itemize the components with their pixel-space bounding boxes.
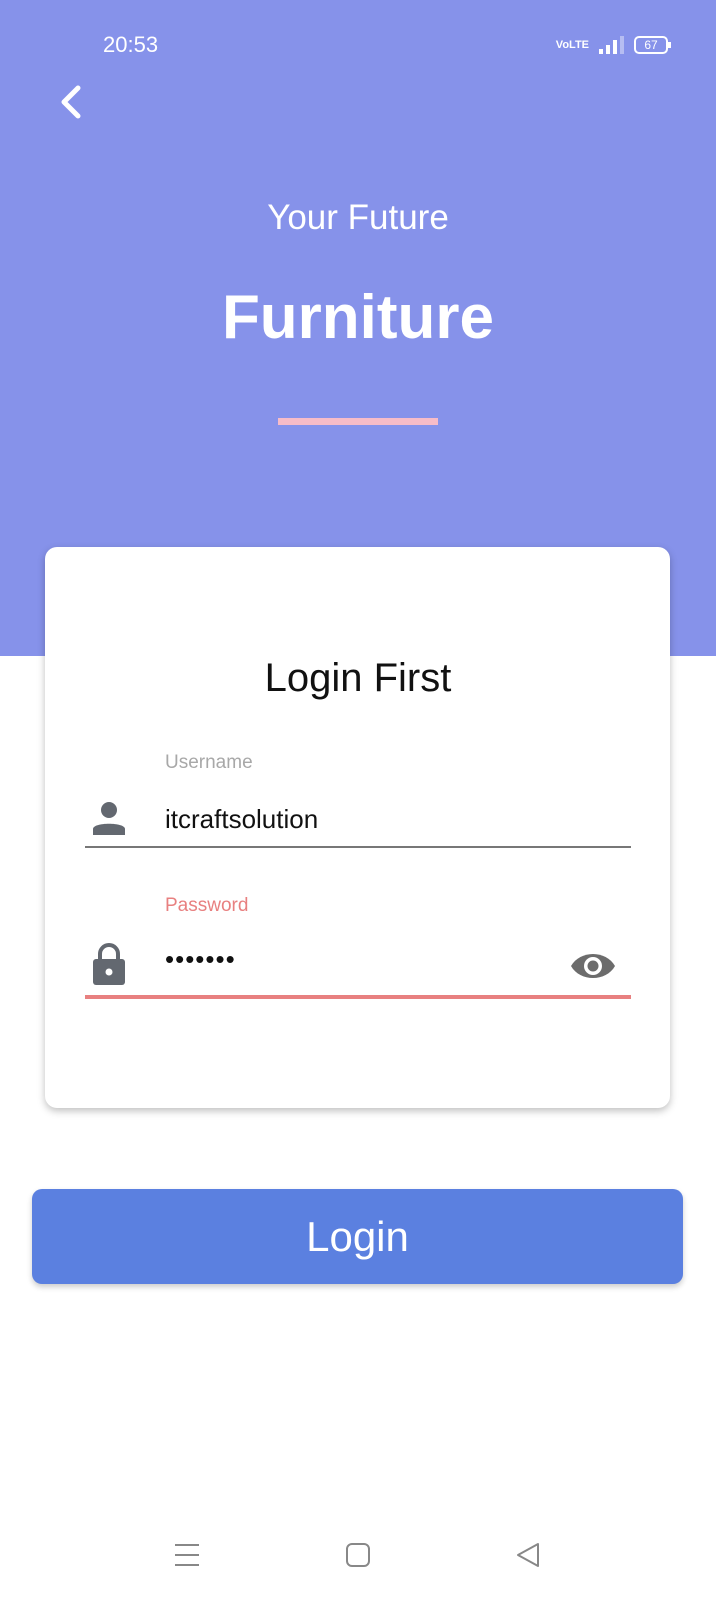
accent-divider xyxy=(278,418,438,425)
person-icon xyxy=(93,802,125,835)
signal-icon xyxy=(599,36,624,54)
lock-icon xyxy=(93,943,125,985)
volte-indicator: VoLTE xyxy=(555,39,589,51)
password-input[interactable]: ••••••• xyxy=(165,944,236,975)
header-title: Furniture xyxy=(221,283,495,352)
eye-icon[interactable] xyxy=(570,950,616,982)
menu-icon[interactable] xyxy=(172,1540,202,1570)
status-icons: VoLTE 67 xyxy=(555,36,671,54)
status-time: 20:53 xyxy=(103,32,159,57)
home-icon[interactable] xyxy=(343,1540,373,1570)
username-label: Username xyxy=(165,752,253,773)
login-button[interactable]: Login xyxy=(32,1189,683,1284)
username-input[interactable]: itcraftsolution xyxy=(165,804,318,835)
card-title: Login First xyxy=(264,656,452,700)
username-underline xyxy=(85,846,631,848)
login-card xyxy=(45,547,670,1108)
back-icon[interactable] xyxy=(513,1540,543,1570)
password-underline xyxy=(85,995,631,999)
header-subtitle: Your Future xyxy=(267,198,449,237)
back-chevron-icon[interactable] xyxy=(54,84,90,120)
password-label: Password xyxy=(165,895,249,916)
battery-icon: 67 xyxy=(634,36,671,54)
